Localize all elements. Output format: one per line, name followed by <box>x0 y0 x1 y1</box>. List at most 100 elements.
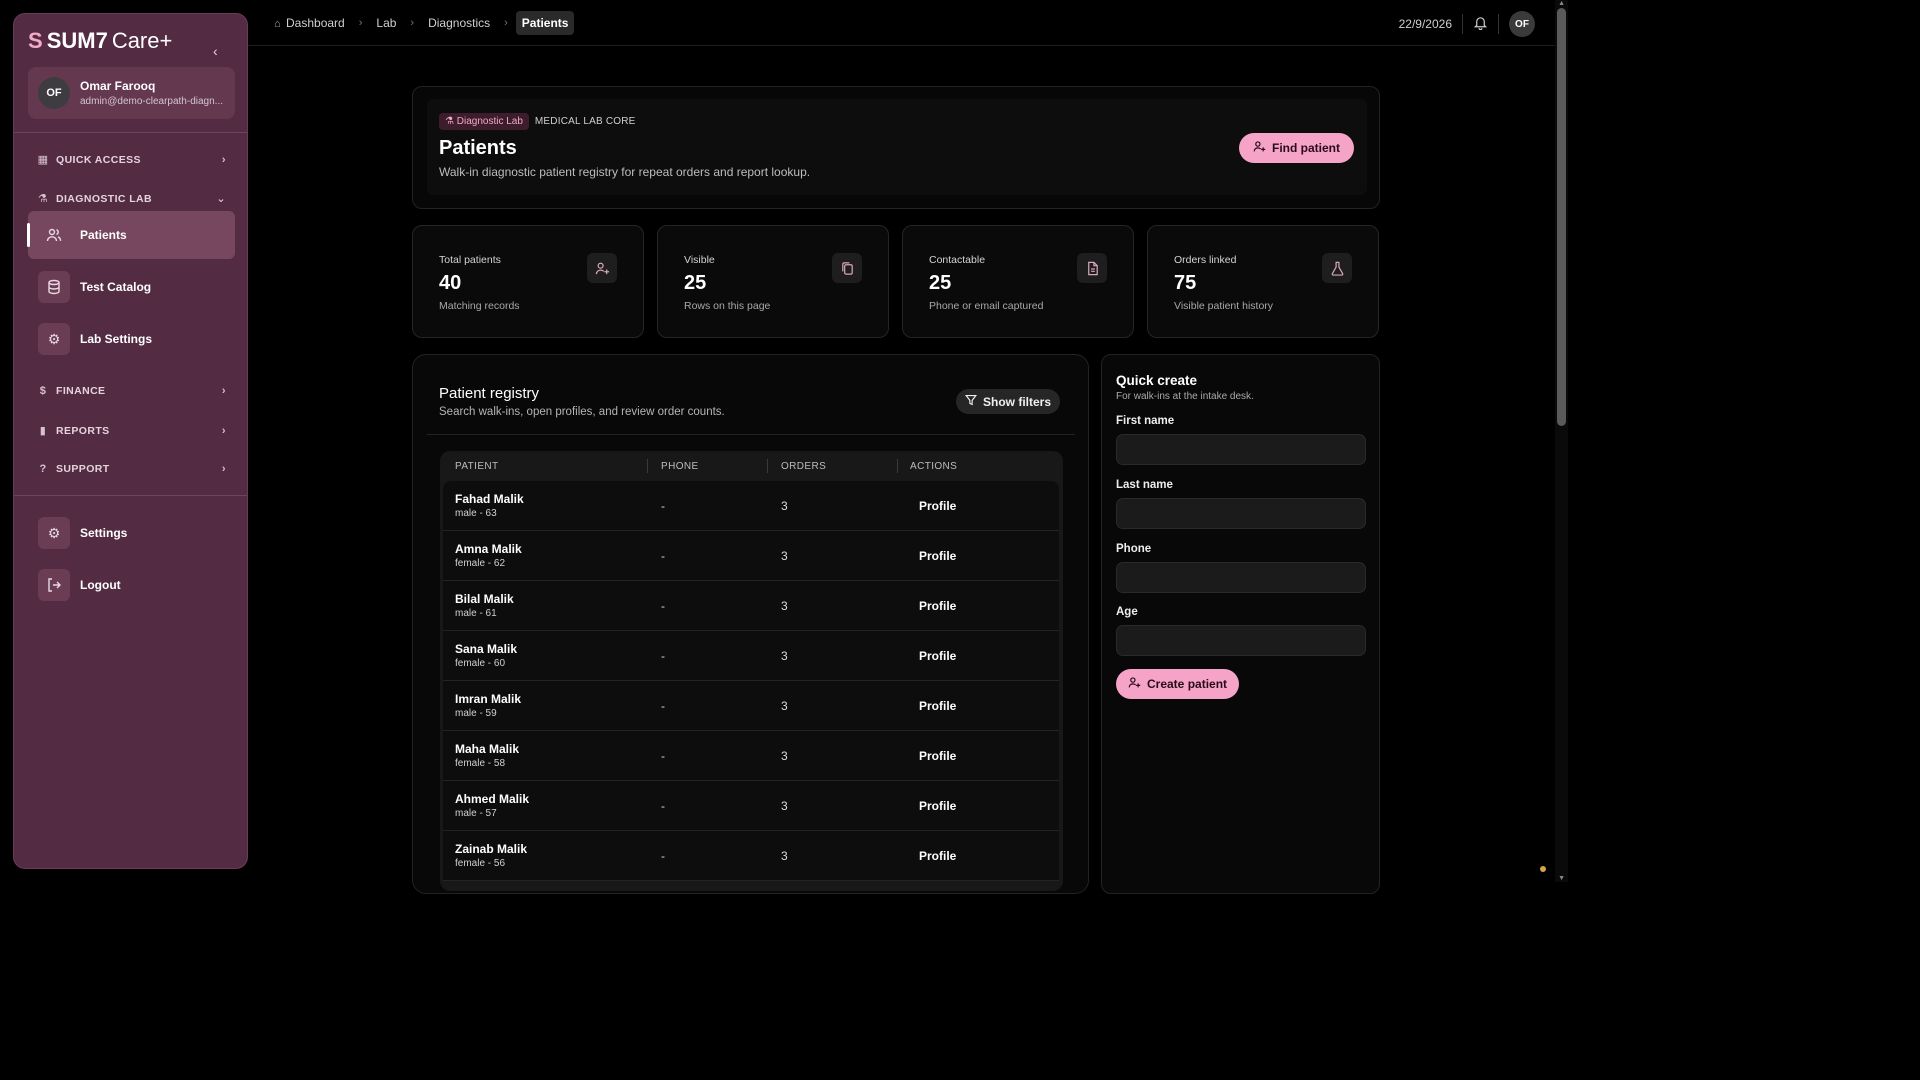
chevron-right-icon: › <box>221 153 226 166</box>
stat-sub: Matching records <box>439 300 520 312</box>
tag-subtitle: MEDICAL LAB CORE <box>534 116 636 127</box>
show-filters-button[interactable]: Show filters <box>955 389 1060 414</box>
patient-orders: 3 <box>781 799 788 813</box>
profile-link[interactable]: Profile <box>919 849 956 863</box>
flask-icon <box>1322 253 1352 283</box>
brand: S SUM7 Care+ <box>28 28 172 54</box>
profile-link[interactable]: Profile <box>919 499 956 513</box>
chevron-right-icon: › <box>221 424 226 437</box>
table-row[interactable]: Maha Malik female - 58 - 3 Profile <box>443 731 1059 781</box>
table-row[interactable]: Bilal Malik male - 61 - 3 Profile <box>443 581 1059 631</box>
divider <box>14 495 247 496</box>
profile-link[interactable]: Profile <box>919 599 956 613</box>
breadcrumb-dashboard[interactable]: ⌂ Dashboard <box>268 11 351 35</box>
sidebar-item-logout[interactable]: Logout <box>28 561 235 609</box>
home-icon: ⌂ <box>274 18 281 30</box>
column-divider <box>767 459 768 473</box>
filter-icon <box>964 394 978 409</box>
table-row[interactable]: Imran Malik male - 59 - 3 Profile <box>443 681 1059 731</box>
table-row[interactable]: Fahad Malik male - 63 - 3 Profile <box>443 481 1059 531</box>
chevron-down-icon: ⌄ <box>216 193 226 205</box>
users-icon <box>38 219 70 251</box>
table-row[interactable]: Amna Malik female - 62 - 3 Profile <box>443 531 1059 581</box>
scroll-up-icon[interactable]: ▲ <box>1558 0 1565 7</box>
column-header-patient[interactable]: PATIENT <box>455 461 499 472</box>
sidebar-item-lab-settings[interactable]: ⚙ Lab Settings <box>28 315 235 363</box>
patient-meta: female - 62 <box>455 558 506 569</box>
profile-link[interactable]: Profile <box>919 699 956 713</box>
table-row[interactable]: Zainab Malik female - 56 - 3 Profile <box>443 831 1059 881</box>
phone-field[interactable] <box>1116 562 1366 593</box>
tag-row: ⚗ Diagnostic Lab MEDICAL LAB CORE <box>439 113 636 130</box>
section-reports[interactable]: ▮ REPORTS › <box>36 424 226 438</box>
breadcrumb-lab[interactable]: Lab <box>370 11 402 35</box>
scrollbar-thumb[interactable] <box>1557 8 1566 426</box>
divider <box>1498 14 1499 34</box>
breadcrumb-patients[interactable]: Patients <box>515 11 575 35</box>
sidebar-item-label: Lab Settings <box>80 332 153 346</box>
column-header-orders[interactable]: ORDERS <box>781 461 826 472</box>
table-header: PATIENT PHONE ORDERS ACTIONS <box>440 451 1063 481</box>
section-support[interactable]: ? SUPPORT › <box>36 463 226 475</box>
sidebar-item-test-catalog[interactable]: Test Catalog <box>28 263 235 311</box>
patient-meta: female - 56 <box>455 858 506 869</box>
patient-name: Sana Malik <box>455 642 518 656</box>
last-name-field[interactable] <box>1116 498 1366 529</box>
stat-card-orders-linked: Orders linked 75 Visible patient history <box>1147 225 1379 338</box>
section-subtitle: Search walk-ins, open profiles, and revi… <box>439 406 725 418</box>
section-label: SUPPORT <box>56 463 110 475</box>
sidebar-item-patients[interactable]: Patients <box>27 211 235 259</box>
user-email: admin@demo-clearpath-diagn... <box>80 96 224 107</box>
divider <box>14 132 247 133</box>
patient-name: Fahad Malik <box>455 492 524 506</box>
patient-meta: female - 58 <box>455 758 506 769</box>
chevron-right-icon: › <box>221 463 226 475</box>
gear-icon: ⚙ <box>38 323 70 355</box>
stat-value: 75 <box>1174 272 1197 294</box>
flask-icon: ⚗ <box>37 193 49 205</box>
column-header-actions: ACTIONS <box>910 461 958 472</box>
sidebar-item-settings[interactable]: ⚙ Settings <box>28 509 235 557</box>
patient-phone: - <box>661 799 665 813</box>
create-patient-button[interactable]: Create patient <box>1116 669 1240 699</box>
flask-icon: ⚗ <box>445 116 457 127</box>
profile-link[interactable]: Profile <box>919 649 956 663</box>
last-name-label: Last name <box>1116 479 1173 491</box>
profile-link[interactable]: Profile <box>919 749 956 763</box>
bar-chart-icon: ▮ <box>39 425 47 437</box>
patient-name: Imran Malik <box>455 692 522 706</box>
profile-link[interactable]: Profile <box>919 549 956 563</box>
chevron-right-icon: › <box>504 17 508 29</box>
bell-icon[interactable] <box>1473 15 1488 33</box>
collapse-sidebar-icon[interactable]: ‹ <box>213 44 227 58</box>
avatar[interactable]: OF <box>1509 11 1535 37</box>
scrollbar[interactable]: ▲ ▼ <box>1555 0 1568 882</box>
stat-value: 25 <box>684 272 707 294</box>
user-card[interactable]: OF Omar Farooq admin@demo-clearpath-diag… <box>28 67 235 119</box>
topbar: ⌂ Dashboard › Lab › Diagnostics › Patien… <box>248 0 1555 46</box>
brand-suffix: Care+ <box>111 28 173 53</box>
first-name-field[interactable] <box>1116 434 1366 465</box>
section-diagnostic-lab[interactable]: ⚗ DIAGNOSTIC LAB ⌄ <box>36 192 226 206</box>
section-quick-access[interactable]: ▦ QUICK ACCESS › <box>36 153 226 167</box>
table-row[interactable]: Ahmed Malik male - 57 - 3 Profile <box>443 781 1059 831</box>
table-row[interactable]: Sana Malik female - 60 - 3 Profile <box>443 631 1059 681</box>
chevron-right-icon: › <box>358 17 363 29</box>
profile-link[interactable]: Profile <box>919 799 956 813</box>
find-patient-button[interactable]: Find patient <box>1239 133 1354 163</box>
patient-orders: 3 <box>781 699 788 713</box>
column-header-phone[interactable]: PHONE <box>661 461 699 472</box>
table-body: Fahad Malik male - 63 - 3 Profile Amna M… <box>443 481 1059 881</box>
phone-label: Phone <box>1116 543 1152 555</box>
age-field[interactable] <box>1116 625 1366 656</box>
breadcrumb-label: Dashboard <box>286 16 345 30</box>
scroll-down-icon[interactable]: ▼ <box>1558 875 1565 882</box>
logout-icon <box>38 569 70 601</box>
section-finance[interactable]: $ FINANCE › <box>36 385 226 397</box>
breadcrumb-diagnostics[interactable]: Diagnostics <box>422 11 496 35</box>
avatar: OF <box>38 77 70 109</box>
patient-meta: male - 59 <box>455 708 497 719</box>
section-title: Patient registry <box>439 385 540 402</box>
patient-name: Zainab Malik <box>455 842 528 856</box>
topbar-right: 22/9/2026 OF <box>1399 11 1535 37</box>
